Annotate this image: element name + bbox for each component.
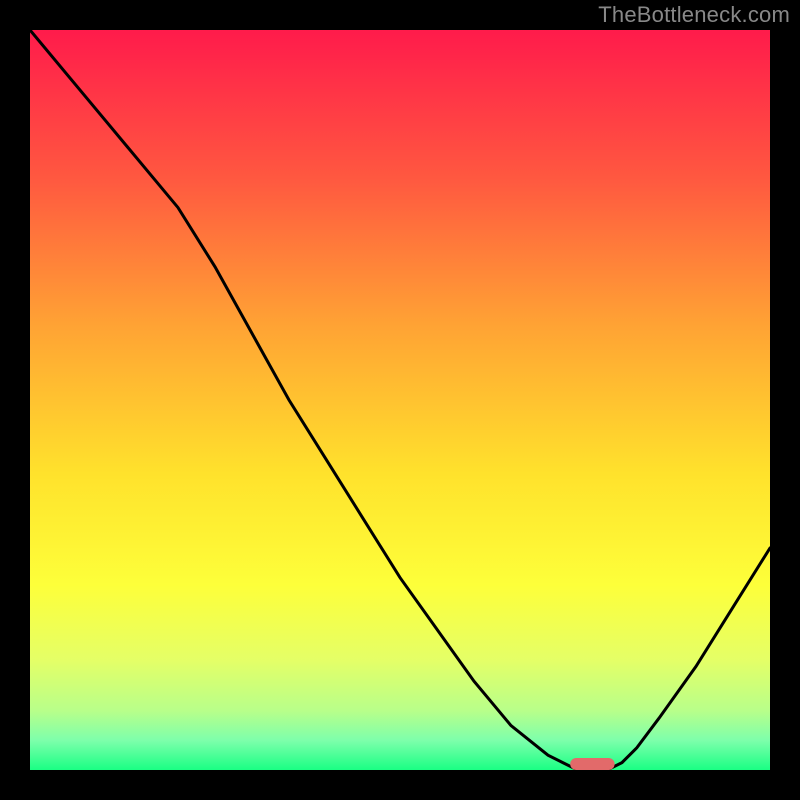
- optimal-marker: [570, 758, 614, 770]
- watermark-text: TheBottleneck.com: [598, 2, 790, 28]
- chart-frame: TheBottleneck.com: [0, 0, 800, 800]
- bottleneck-plot: [30, 30, 770, 770]
- plot-svg: [30, 30, 770, 770]
- gradient-background: [30, 30, 770, 770]
